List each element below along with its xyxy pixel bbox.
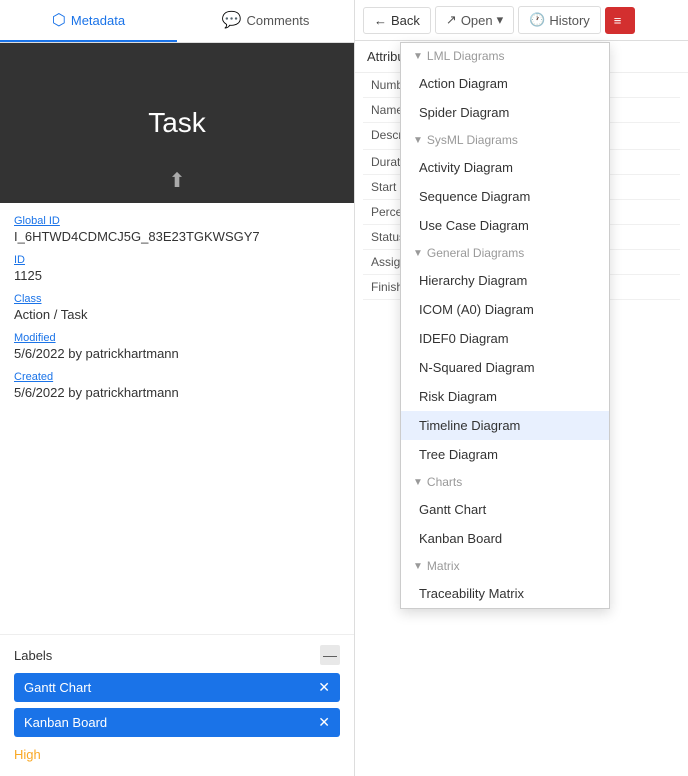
label-high: High bbox=[14, 743, 340, 766]
general-section-label: General Diagrams bbox=[427, 246, 524, 260]
item-action-diagram[interactable]: Action Diagram bbox=[401, 69, 609, 98]
metadata-icon: ⬡ bbox=[52, 10, 66, 30]
open-dropdown: ▼ LML Diagrams Action Diagram Spider Dia… bbox=[400, 42, 610, 609]
sysml-chevron-icon: ▼ bbox=[413, 135, 423, 146]
history-button[interactable]: 🕐 History bbox=[518, 6, 601, 34]
info-section: Global ID I_6HTWD4CDMCJ5G_83E23TGKWSGY7 … bbox=[0, 203, 354, 634]
open-icon: ↗ bbox=[446, 12, 457, 28]
item-spider-diagram[interactable]: Spider Diagram bbox=[401, 98, 609, 127]
class-row: Class Action / Task bbox=[14, 293, 340, 322]
class-value: Action / Task bbox=[14, 307, 340, 322]
modified-value: 5/6/2022 by patrickhartmann bbox=[14, 346, 340, 361]
item-gantt-chart[interactable]: Gantt Chart bbox=[401, 495, 609, 524]
modified-label[interactable]: Modified bbox=[14, 332, 340, 344]
right-toolbar: ← Back ↗ Open ▾ 🕐 History ≡ bbox=[355, 0, 688, 41]
item-sequence-diagram[interactable]: Sequence Diagram bbox=[401, 182, 609, 211]
history-label: History bbox=[549, 13, 589, 28]
left-panel: ⬡ Metadata 💬 Comments Task ⬆ Global ID I… bbox=[0, 0, 355, 776]
lml-section-label: LML Diagrams bbox=[427, 49, 505, 63]
global-id-value: I_6HTWD4CDMCJ5G_83E23TGKWSGY7 bbox=[14, 229, 340, 244]
label-gantt-text: Gantt Chart bbox=[24, 680, 91, 695]
open-label: Open bbox=[461, 13, 493, 28]
created-value: 5/6/2022 by patrickhartmann bbox=[14, 385, 340, 400]
item-hierarchy-diagram[interactable]: Hierarchy Diagram bbox=[401, 266, 609, 295]
danger-button[interactable]: ≡ bbox=[605, 7, 635, 34]
label-kanban-remove[interactable]: ✕ bbox=[318, 714, 330, 731]
global-id-row: Global ID I_6HTWD4CDMCJ5G_83E23TGKWSGY7 bbox=[14, 215, 340, 244]
thumbnail-area: Task ⬆ bbox=[0, 43, 354, 203]
id-value: 1125 bbox=[14, 268, 340, 283]
danger-icon: ≡ bbox=[614, 13, 622, 28]
upload-icon[interactable]: ⬆ bbox=[169, 168, 186, 193]
section-lml-header: ▼ LML Diagrams bbox=[401, 43, 609, 69]
matrix-section-label: Matrix bbox=[427, 559, 460, 573]
item-activity-diagram[interactable]: Activity Diagram bbox=[401, 153, 609, 182]
item-idef0-diagram[interactable]: IDEF0 Diagram bbox=[401, 324, 609, 353]
tab-metadata[interactable]: ⬡ Metadata bbox=[0, 0, 177, 42]
tabs-bar: ⬡ Metadata 💬 Comments bbox=[0, 0, 354, 43]
item-risk-diagram[interactable]: Risk Diagram bbox=[401, 382, 609, 411]
item-kanban-board[interactable]: Kanban Board bbox=[401, 524, 609, 553]
item-traceability-matrix[interactable]: Traceability Matrix bbox=[401, 579, 609, 608]
id-row: ID 1125 bbox=[14, 254, 340, 283]
right-panel: ← Back ↗ Open ▾ 🕐 History ≡ Attributes N… bbox=[355, 0, 688, 776]
section-sysml-header: ▼ SysML Diagrams bbox=[401, 127, 609, 153]
created-label[interactable]: Created bbox=[14, 371, 340, 383]
item-nsquared-diagram[interactable]: N-Squared Diagram bbox=[401, 353, 609, 382]
tab-comments-label: Comments bbox=[247, 13, 310, 28]
labels-title: Labels bbox=[14, 648, 52, 663]
sysml-section-label: SysML Diagrams bbox=[427, 133, 518, 147]
item-use-case-diagram[interactable]: Use Case Diagram bbox=[401, 211, 609, 240]
charts-chevron-icon: ▼ bbox=[413, 477, 423, 488]
back-label: Back bbox=[391, 13, 420, 28]
back-button[interactable]: ← Back bbox=[363, 7, 431, 34]
global-id-label[interactable]: Global ID bbox=[14, 215, 340, 227]
id-label[interactable]: ID bbox=[14, 254, 340, 266]
labels-header: Labels — bbox=[14, 645, 340, 665]
section-general-header: ▼ General Diagrams bbox=[401, 240, 609, 266]
modified-row: Modified 5/6/2022 by patrickhartmann bbox=[14, 332, 340, 361]
label-gantt-remove[interactable]: ✕ bbox=[318, 679, 330, 696]
label-kanban-board[interactable]: Kanban Board ✕ bbox=[14, 708, 340, 737]
item-icom-diagram[interactable]: ICOM (A0) Diagram bbox=[401, 295, 609, 324]
created-row: Created 5/6/2022 by patrickhartmann bbox=[14, 371, 340, 400]
thumbnail-title: Task bbox=[148, 107, 206, 139]
section-charts-header: ▼ Charts bbox=[401, 469, 609, 495]
item-timeline-diagram[interactable]: Timeline Diagram bbox=[401, 411, 609, 440]
history-clock-icon: 🕐 bbox=[529, 12, 545, 28]
comments-icon: 💬 bbox=[222, 10, 242, 30]
tab-comments[interactable]: 💬 Comments bbox=[177, 0, 354, 42]
section-matrix-header: ▼ Matrix bbox=[401, 553, 609, 579]
open-chevron-icon: ▾ bbox=[497, 12, 504, 28]
tab-metadata-label: Metadata bbox=[71, 13, 125, 28]
class-label[interactable]: Class bbox=[14, 293, 340, 305]
general-chevron-icon: ▼ bbox=[413, 248, 423, 259]
labels-collapse-button[interactable]: — bbox=[320, 645, 340, 665]
label-gantt-chart[interactable]: Gantt Chart ✕ bbox=[14, 673, 340, 702]
lml-chevron-icon: ▼ bbox=[413, 51, 423, 62]
open-button[interactable]: ↗ Open ▾ bbox=[435, 6, 514, 34]
matrix-chevron-icon: ▼ bbox=[413, 561, 423, 572]
label-kanban-text: Kanban Board bbox=[24, 715, 107, 730]
charts-section-label: Charts bbox=[427, 475, 462, 489]
back-arrow-icon: ← bbox=[374, 13, 387, 28]
labels-section: Labels — Gantt Chart ✕ Kanban Board ✕ Hi… bbox=[0, 634, 354, 776]
item-tree-diagram[interactable]: Tree Diagram bbox=[401, 440, 609, 469]
